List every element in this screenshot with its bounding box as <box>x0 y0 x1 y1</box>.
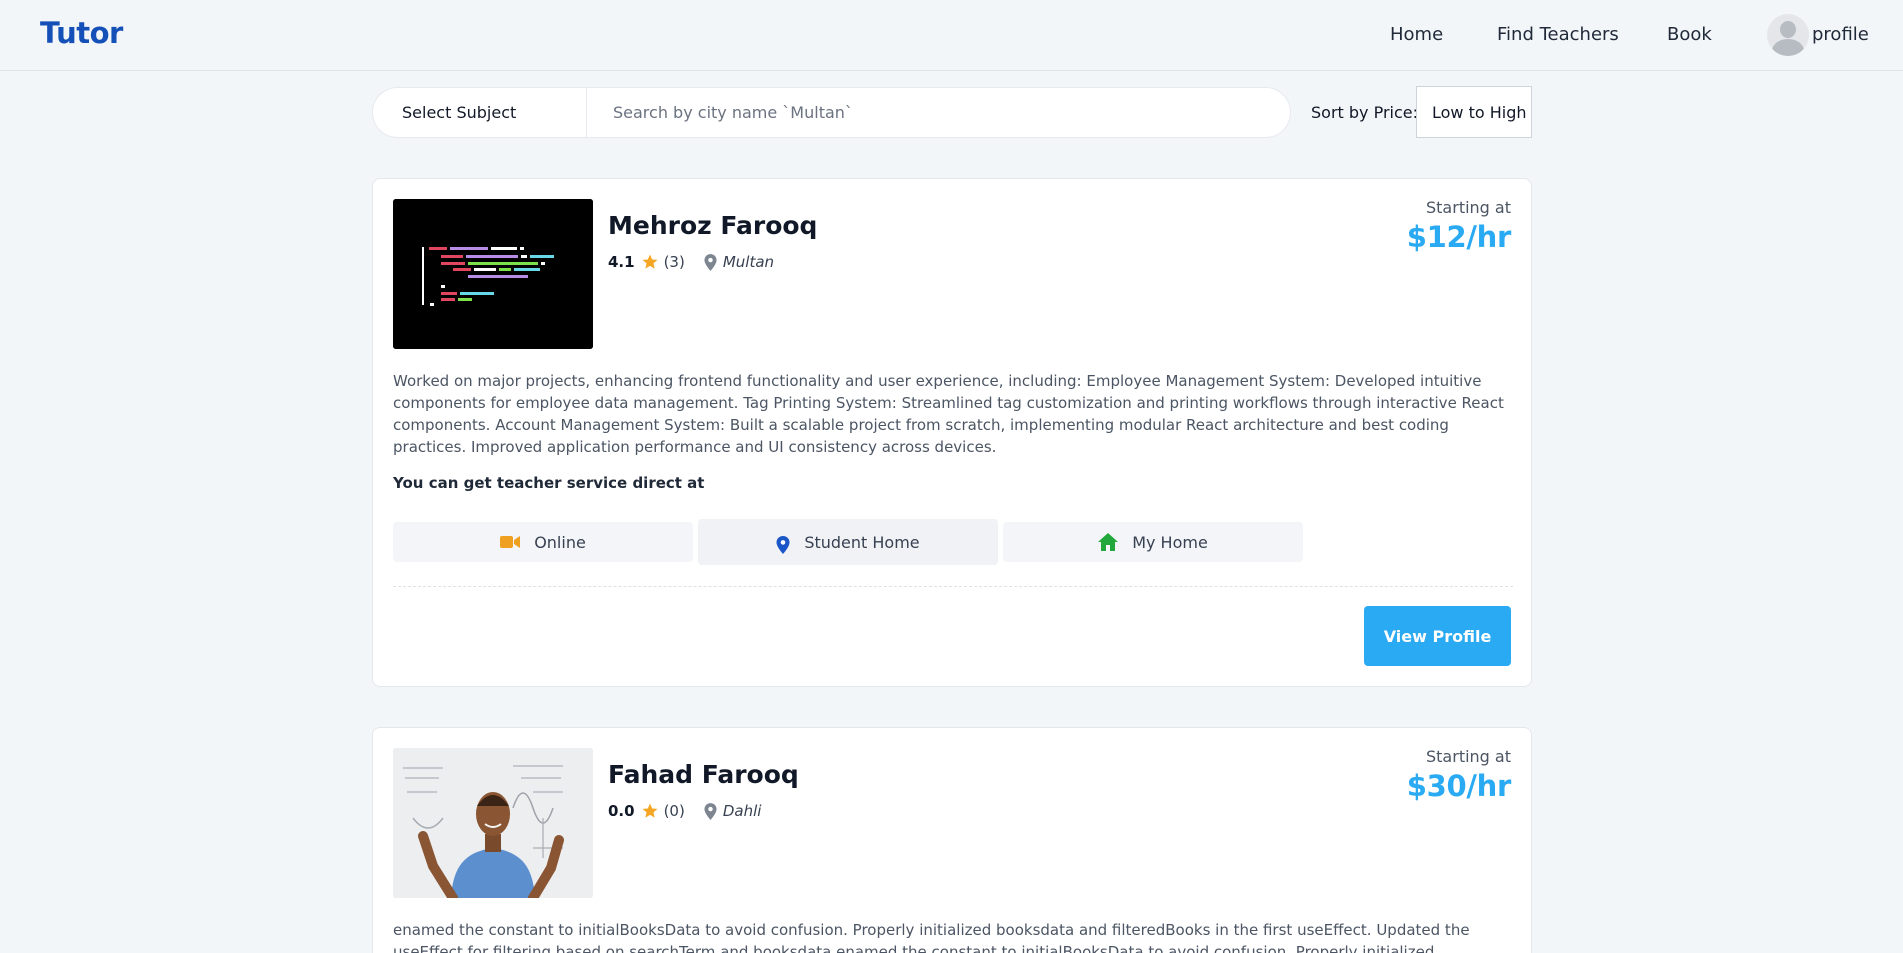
subject-select[interactable]: Select Subject <box>373 88 587 137</box>
price-caption: Starting at <box>1426 747 1511 766</box>
profile-label: profile <box>1812 24 1869 45</box>
sort-price-select[interactable]: Low to High <box>1416 86 1532 138</box>
avatar <box>1767 14 1809 56</box>
map-pin-icon <box>704 802 717 820</box>
city-name: Dahli <box>722 802 762 820</box>
review-count: (0) <box>663 802 685 820</box>
mode-my-home[interactable]: My Home <box>1003 522 1303 562</box>
rating-value: 4.1 <box>608 253 635 271</box>
view-profile-button[interactable]: View Profile <box>1364 606 1511 666</box>
service-modes: Online Student Home My Home <box>393 519 1305 568</box>
price-value: $30/hr <box>1406 769 1512 803</box>
tutor-card: Mehroz Farooq 4.1 (3) Multan Starting at… <box>372 178 1532 687</box>
tutor-photo <box>393 748 593 898</box>
map-pin-icon <box>704 253 717 271</box>
tutor-photo <box>393 199 593 349</box>
mode-label: Online <box>534 532 586 552</box>
location-pin-icon <box>776 536 790 554</box>
rating-row: 0.0 (0) Dahli <box>608 800 761 822</box>
rating-value: 0.0 <box>608 802 635 820</box>
tutor-name[interactable]: Fahad Farooq <box>608 760 799 789</box>
price-value: $12/hr <box>1406 220 1512 254</box>
tutor-bio: Worked on major projects, enhancing fron… <box>393 372 1504 456</box>
price-caption: Starting at <box>1426 198 1511 217</box>
tutor-card: Fahad Farooq 0.0 (0) Dahli Starting at $… <box>372 727 1532 953</box>
nav-book-link[interactable]: Book <box>1667 24 1712 45</box>
house-icon <box>1098 533 1119 551</box>
tutor-name[interactable]: Mehroz Farooq <box>608 211 817 240</box>
star-icon <box>642 803 658 818</box>
nav-find-teachers-link[interactable]: Find Teachers <box>1497 24 1619 45</box>
star-icon <box>642 254 658 269</box>
city-name: Multan <box>722 253 775 271</box>
mode-label: My Home <box>1132 532 1208 552</box>
mode-label: Student Home <box>804 532 920 552</box>
search-bar: Select Subject <box>372 87 1291 138</box>
rating-row: 4.1 (3) Multan <box>608 251 774 273</box>
mode-online[interactable]: Online <box>393 522 693 562</box>
service-intro: You can get teacher service direct at <box>393 474 705 492</box>
price-block: Starting at $30/hr <box>1406 747 1512 803</box>
mode-student-home[interactable]: Student Home <box>698 519 998 565</box>
video-camera-icon <box>500 536 521 548</box>
city-search-input[interactable] <box>588 89 1278 136</box>
review-count: (3) <box>663 253 685 271</box>
sort-label: Sort by Price: <box>1311 103 1419 122</box>
top-navbar: Tutor Home Find Teachers Book profile <box>0 0 1903 71</box>
brand-logo[interactable]: Tutor <box>40 16 123 50</box>
card-divider <box>393 586 1513 587</box>
tutor-bio: enamed the constant to initialBooksData … <box>393 921 1470 953</box>
price-block: Starting at $12/hr <box>1406 198 1512 254</box>
nav-home-link[interactable]: Home <box>1390 24 1443 45</box>
